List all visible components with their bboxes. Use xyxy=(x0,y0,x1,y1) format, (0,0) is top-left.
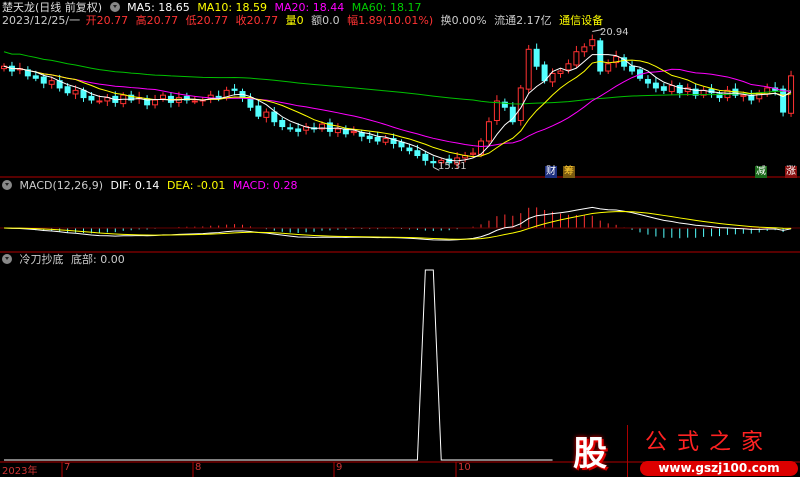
candle-body xyxy=(215,95,222,99)
candle-body xyxy=(398,141,405,148)
candle-body xyxy=(334,128,341,134)
logo-url: www.gszj100.com xyxy=(640,461,798,476)
candle-body xyxy=(406,147,413,152)
candle-body xyxy=(430,161,437,164)
candle-body xyxy=(255,105,262,117)
candle-body xyxy=(668,85,675,93)
candle-body xyxy=(549,72,556,83)
candle-body xyxy=(597,40,604,72)
candle-body xyxy=(485,121,492,142)
candle-body xyxy=(263,111,270,118)
candle-body xyxy=(279,120,286,128)
badge-reduce[interactable]: 减 xyxy=(755,166,767,178)
candle-body xyxy=(64,86,71,94)
indicator-line xyxy=(4,269,553,461)
ma20-line xyxy=(3,65,792,148)
candle-body xyxy=(493,100,500,122)
logo-char: 股 xyxy=(573,434,607,474)
candle-body xyxy=(565,63,572,71)
candle-body xyxy=(652,82,659,89)
candle-body xyxy=(676,85,683,94)
candle-body xyxy=(271,111,278,123)
watermark-logo: 股 公式之家 www.gszj100.com xyxy=(560,420,800,477)
candle-body xyxy=(382,138,389,143)
candle-body xyxy=(414,150,421,157)
candle-body xyxy=(374,136,381,142)
candle-body xyxy=(231,88,238,91)
chart-canvas[interactable] xyxy=(0,0,800,477)
low-annotation: 15.31 xyxy=(438,161,467,172)
candle-body xyxy=(80,89,87,99)
candle-body xyxy=(191,100,198,103)
candle-body xyxy=(525,48,532,90)
candle-body xyxy=(295,128,302,132)
candle-body xyxy=(32,75,39,79)
candle-body xyxy=(422,153,429,161)
axis-month-9: 9 xyxy=(336,462,343,473)
candle-body xyxy=(644,78,651,84)
ma5-line xyxy=(3,54,792,162)
candle-body xyxy=(160,94,166,100)
candle-body xyxy=(287,127,294,130)
candle-body xyxy=(629,65,636,72)
candle-body xyxy=(96,100,103,103)
candle-body xyxy=(557,70,564,74)
candle-body xyxy=(573,51,580,66)
axis-month-8: 8 xyxy=(195,462,202,473)
candle-body xyxy=(366,135,373,140)
candle-body xyxy=(350,130,357,134)
dif-line xyxy=(3,206,792,241)
candle-body xyxy=(660,86,667,91)
axis-year: 2023年 xyxy=(2,466,38,477)
candle-body xyxy=(780,88,787,113)
candle-body xyxy=(88,95,95,101)
candle-body xyxy=(533,48,540,67)
candle-body xyxy=(72,89,79,95)
axis-month-7: 7 xyxy=(64,462,71,473)
candle-body xyxy=(152,99,159,106)
candle-body xyxy=(470,152,477,155)
axis-month-10: 10 xyxy=(458,462,471,473)
candle-body xyxy=(581,46,588,53)
candle-body xyxy=(48,80,55,85)
dea-line xyxy=(3,211,792,240)
badge-chips[interactable]: 筹 xyxy=(563,166,575,178)
candle-body xyxy=(589,39,596,47)
logo-name: 公式之家 xyxy=(645,430,774,455)
badge-limit-up[interactable]: 涨 xyxy=(785,166,797,178)
badge-finance[interactable]: 财 xyxy=(545,166,557,178)
candle-body xyxy=(605,63,612,72)
ma10-line xyxy=(3,59,792,158)
candle-body xyxy=(740,94,747,97)
candle-body xyxy=(764,87,771,95)
high-annotation: 20.94 xyxy=(600,27,629,38)
candle-body xyxy=(40,76,47,84)
